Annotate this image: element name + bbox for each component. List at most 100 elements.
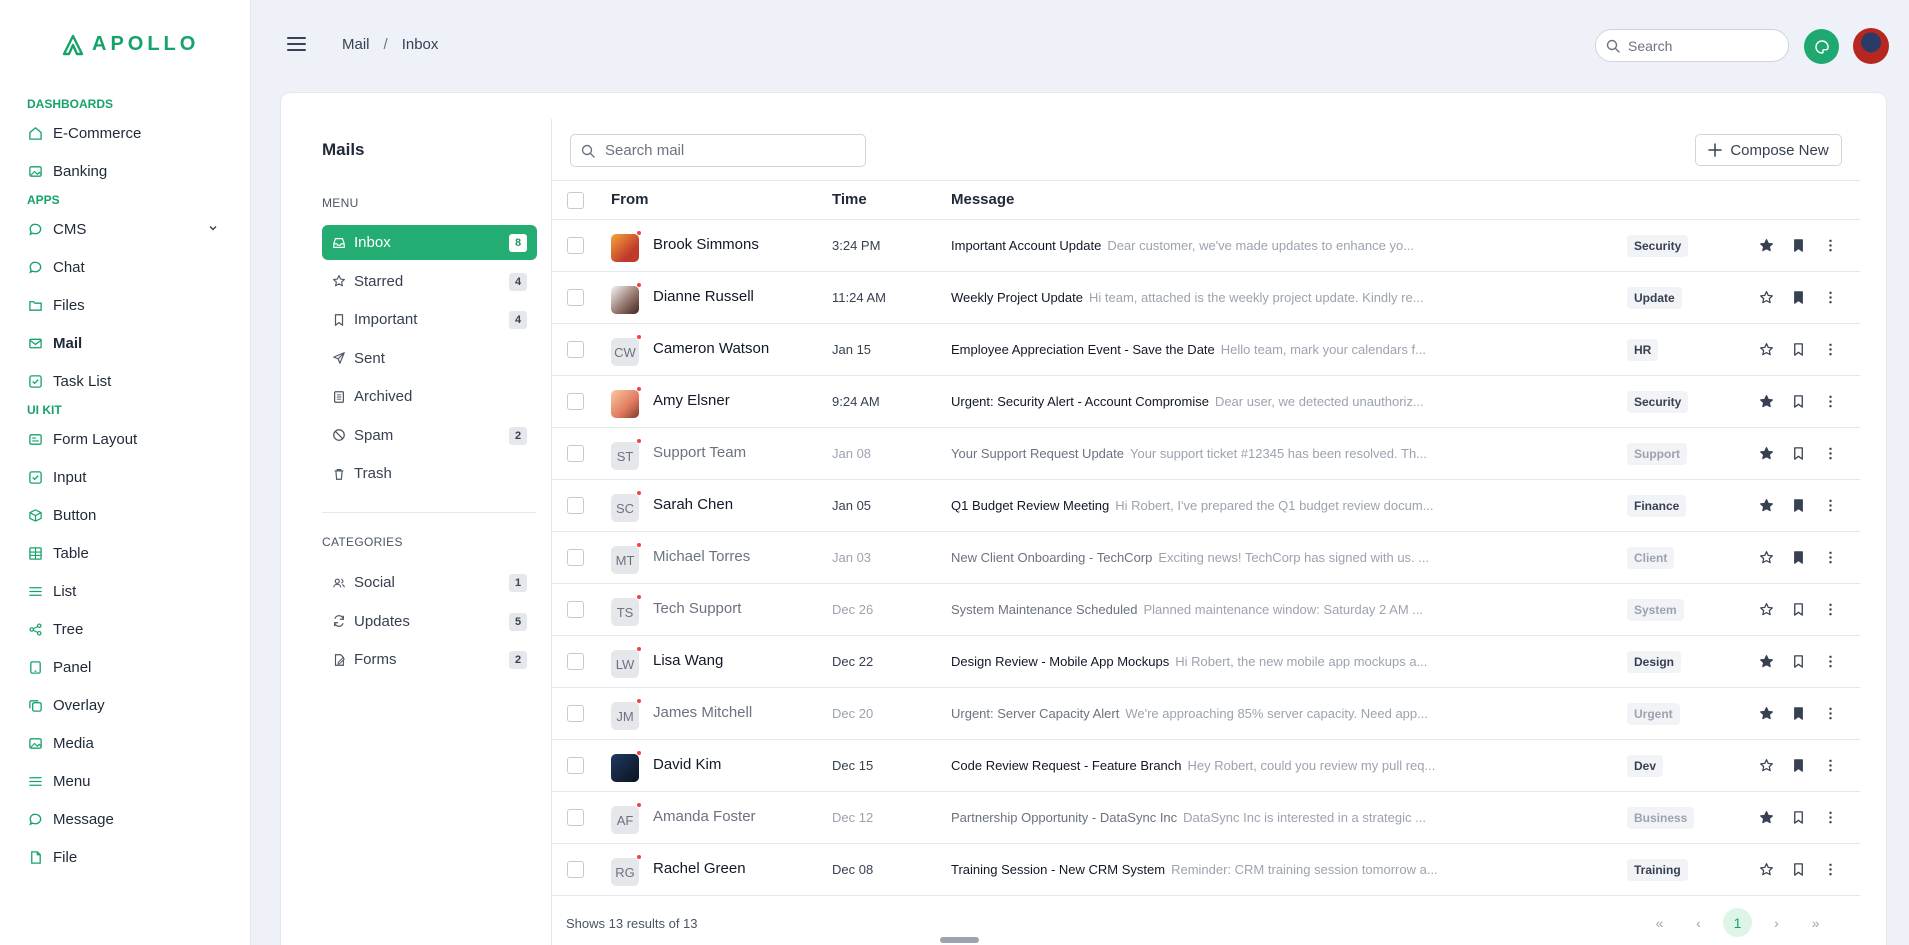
folder-important[interactable]: Important 4 [322, 302, 537, 337]
scroll-handle[interactable] [940, 937, 979, 943]
star-icon[interactable] [1759, 238, 1774, 253]
more-vertical-icon[interactable] [1823, 862, 1838, 877]
more-vertical-icon[interactable] [1823, 394, 1838, 409]
mail-row[interactable]: SC Sarah Chen Jan 05 Q1 Budget Review Meeti… [552, 480, 1860, 532]
global-search-input[interactable] [1628, 37, 1768, 54]
more-vertical-icon[interactable] [1823, 810, 1838, 825]
mail-message[interactable]: Q1 Budget Review Meeting Hi Robert, I've … [951, 498, 1451, 513]
mail-message[interactable]: Employee Appreciation Event - Save the D… [951, 342, 1451, 357]
sidebar-item-mail[interactable]: Mail [0, 324, 251, 362]
sidebar-item-button[interactable]: Button [0, 496, 251, 534]
mail-message[interactable]: Important Account Update Dear customer, w… [951, 238, 1451, 253]
sidebar-item-panel[interactable]: Panel [0, 648, 251, 686]
folder-starred[interactable]: Starred 4 [322, 264, 537, 299]
sidebar-item-input[interactable]: Input [0, 458, 251, 496]
sidebar-item-cms[interactable]: CMS [0, 210, 251, 248]
folder-trash[interactable]: Trash [322, 456, 537, 491]
bookmark-icon[interactable] [1791, 810, 1806, 825]
star-icon[interactable] [1759, 498, 1774, 513]
bookmark-icon[interactable] [1791, 290, 1806, 305]
bookmark-icon[interactable] [1791, 862, 1806, 877]
bookmark-icon[interactable] [1791, 394, 1806, 409]
sidebar-item-tree[interactable]: Tree [0, 610, 251, 648]
mail-message[interactable]: Urgent: Security Alert - Account Comprom… [951, 394, 1451, 409]
sidebar-item-list[interactable]: List [0, 572, 251, 610]
mail-search-input[interactable] [605, 142, 845, 159]
mail-row[interactable]: Amy Elsner 9:24 AM Urgent: Security Alert … [552, 376, 1860, 428]
more-vertical-icon[interactable] [1823, 550, 1838, 565]
star-icon[interactable] [1759, 810, 1774, 825]
category-updates[interactable]: Updates 5 [322, 604, 537, 639]
mail-message[interactable]: Training Session - New CRM System Reminde… [951, 862, 1451, 877]
bookmark-icon[interactable] [1791, 706, 1806, 721]
mail-search[interactable] [570, 134, 866, 167]
folder-sent[interactable]: Sent [322, 341, 537, 376]
row-checkbox[interactable] [567, 861, 584, 878]
more-vertical-icon[interactable] [1823, 706, 1838, 721]
more-vertical-icon[interactable] [1823, 654, 1838, 669]
mail-row[interactable]: MT Michael Torres Jan 03 New Client Onboard… [552, 532, 1860, 584]
mail-row[interactable]: JM James Mitchell Dec 20 Urgent: Server Cap… [552, 688, 1860, 740]
row-checkbox[interactable] [567, 653, 584, 670]
folder-spam[interactable]: Spam 2 [322, 418, 537, 453]
row-checkbox[interactable] [567, 445, 584, 462]
mail-message[interactable]: Partnership Opportunity - DataSync Inc Da… [951, 810, 1451, 825]
more-vertical-icon[interactable] [1823, 758, 1838, 773]
next-page-button[interactable]: › [1762, 908, 1791, 937]
bookmark-icon[interactable] [1791, 602, 1806, 617]
sidebar-item-banking[interactable]: Banking [0, 152, 251, 190]
mail-row[interactable]: David Kim Dec 15 Code Review Request - Fea… [552, 740, 1860, 792]
select-all-checkbox[interactable] [567, 192, 584, 209]
star-icon[interactable] [1759, 862, 1774, 877]
row-checkbox[interactable] [567, 549, 584, 566]
star-icon[interactable] [1759, 446, 1774, 461]
mail-row[interactable]: CW Cameron Watson Jan 15 Employee Appreciat… [552, 324, 1860, 376]
breadcrumb-mail[interactable]: Mail [342, 36, 370, 53]
more-vertical-icon[interactable] [1823, 290, 1838, 305]
row-checkbox[interactable] [567, 497, 584, 514]
bookmark-icon[interactable] [1791, 498, 1806, 513]
mail-row[interactable]: ST Support Team Jan 08 Your Support Request… [552, 428, 1860, 480]
menu-toggle-icon[interactable] [287, 36, 306, 52]
mail-message[interactable]: Code Review Request - Feature Branch Hey … [951, 758, 1451, 773]
sidebar-item-overlay[interactable]: Overlay [0, 686, 251, 724]
first-page-button[interactable]: « [1645, 908, 1674, 937]
sidebar-item-file[interactable]: File [0, 838, 251, 876]
compose-new-button[interactable]: Compose New [1695, 134, 1842, 166]
more-vertical-icon[interactable] [1823, 342, 1838, 357]
sidebar-item-table[interactable]: Table [0, 534, 251, 572]
mail-message[interactable]: Your Support Request Update Your support … [951, 446, 1451, 461]
folder-archived[interactable]: Archived [322, 379, 537, 414]
row-checkbox[interactable] [567, 341, 584, 358]
user-avatar[interactable] [1853, 28, 1889, 64]
bookmark-icon[interactable] [1791, 342, 1806, 357]
more-vertical-icon[interactable] [1823, 446, 1838, 461]
bookmark-icon[interactable] [1791, 446, 1806, 461]
last-page-button[interactable]: » [1801, 908, 1830, 937]
sidebar-item-form-layout[interactable]: Form Layout [0, 420, 251, 458]
star-icon[interactable] [1759, 654, 1774, 669]
sidebar-item-task-list[interactable]: Task List [0, 362, 251, 400]
mail-message[interactable]: Urgent: Server Capacity Alert We're appro… [951, 706, 1451, 721]
bookmark-icon[interactable] [1791, 238, 1806, 253]
sidebar-item-message[interactable]: Message [0, 800, 251, 838]
page-button-current[interactable]: 1 [1723, 908, 1752, 937]
star-icon[interactable] [1759, 602, 1774, 617]
more-vertical-icon[interactable] [1823, 602, 1838, 617]
row-checkbox[interactable] [567, 289, 584, 306]
brand-logo[interactable]: APOLLO [62, 33, 199, 56]
row-checkbox[interactable] [567, 393, 584, 410]
row-checkbox[interactable] [567, 809, 584, 826]
sidebar-item-media[interactable]: Media [0, 724, 251, 762]
sidebar-item-e-commerce[interactable]: E-Commerce [0, 114, 251, 152]
mail-message[interactable]: Design Review - Mobile App Mockups Hi Rob… [951, 654, 1451, 669]
mail-row[interactable]: TS Tech Support Dec 26 System Maintenance S… [552, 584, 1860, 636]
more-vertical-icon[interactable] [1823, 498, 1838, 513]
bookmark-icon[interactable] [1791, 654, 1806, 669]
mail-message[interactable]: System Maintenance Scheduled Planned main… [951, 602, 1451, 617]
sidebar-item-chat[interactable]: Chat [0, 248, 251, 286]
row-checkbox[interactable] [567, 757, 584, 774]
bookmark-icon[interactable] [1791, 758, 1806, 773]
prev-page-button[interactable]: ‹ [1684, 908, 1713, 937]
category-social[interactable]: Social 1 [322, 565, 537, 600]
